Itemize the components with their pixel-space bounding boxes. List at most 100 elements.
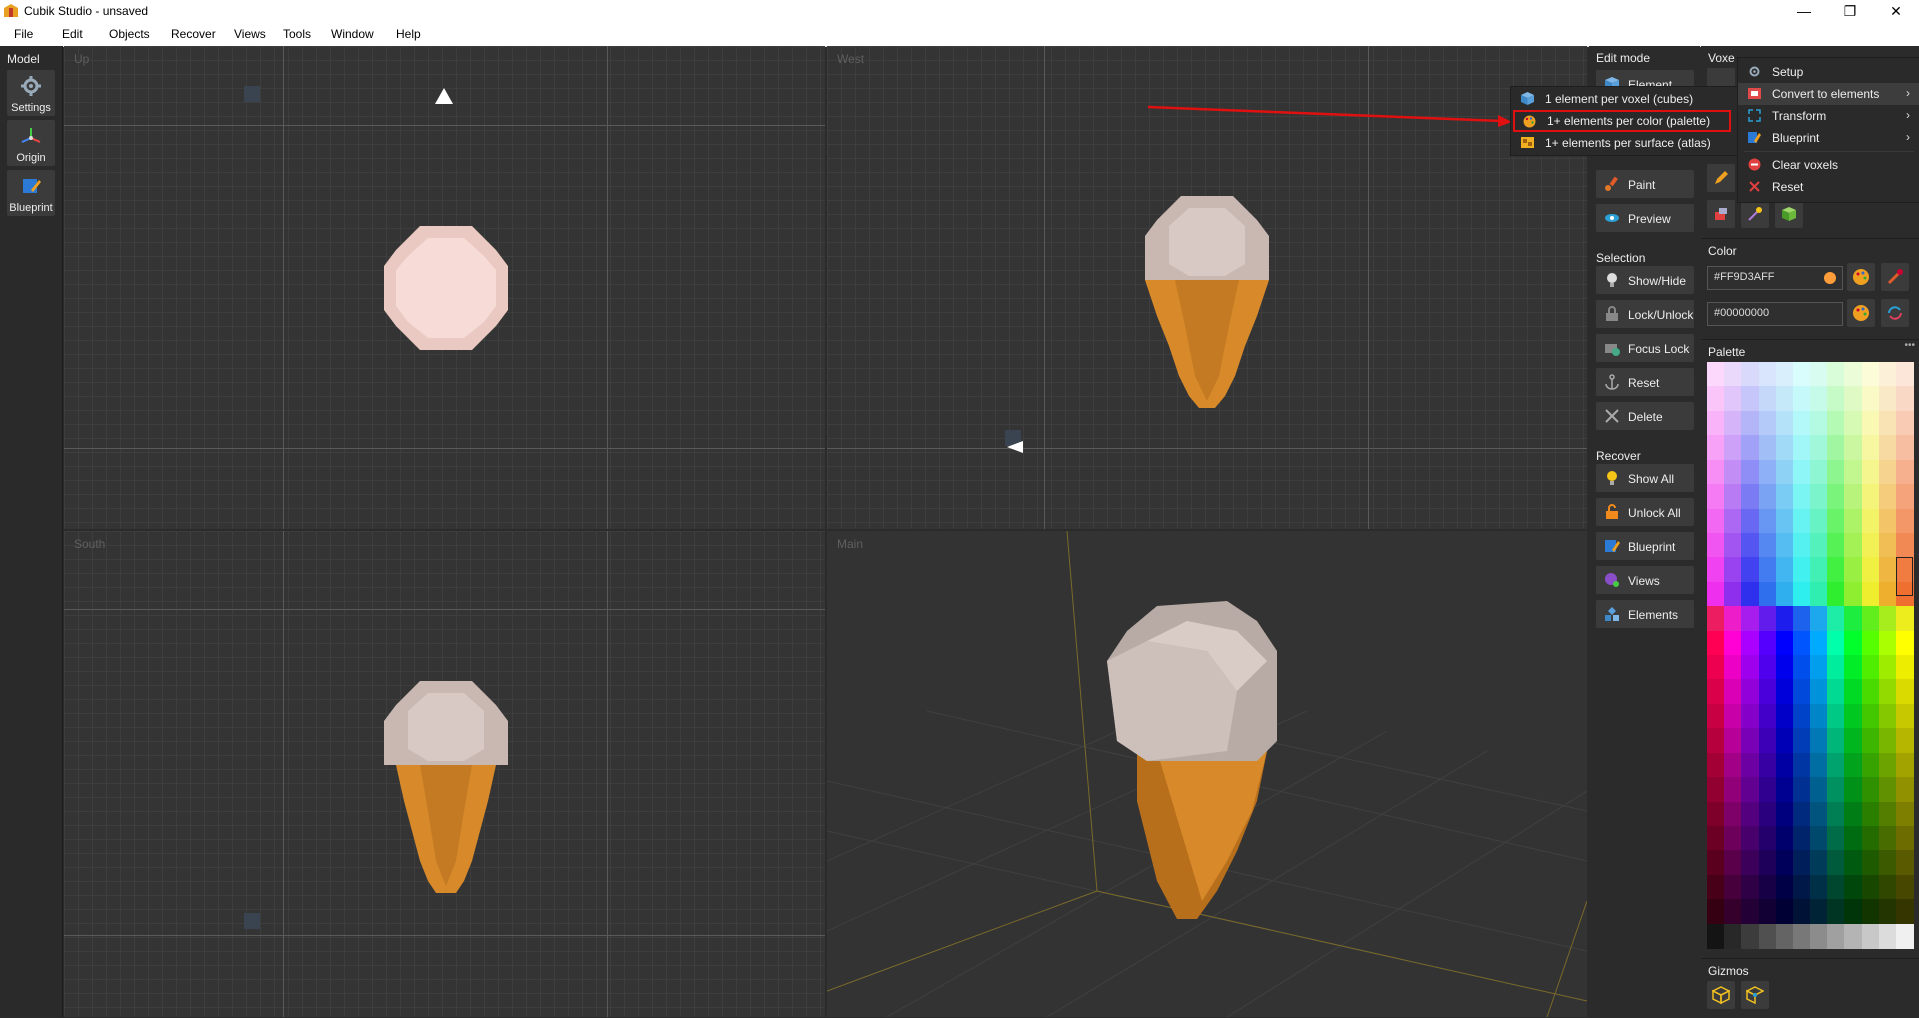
palette-swatch[interactable]: [1878, 606, 1897, 632]
eyedropper-button[interactable]: [1881, 263, 1909, 291]
menu-edit[interactable]: Edit: [62, 27, 83, 41]
palette-swatch[interactable]: [1775, 899, 1794, 925]
palette-swatch[interactable]: [1878, 923, 1897, 949]
palette-swatch[interactable]: [1758, 777, 1777, 803]
palette-swatch[interactable]: [1861, 606, 1880, 632]
palette-swatch[interactable]: [1895, 703, 1914, 729]
reset-selection-button[interactable]: Reset: [1596, 368, 1694, 396]
palette-swatch[interactable]: [1741, 801, 1760, 827]
palette-swatch[interactable]: [1741, 386, 1760, 412]
palette-swatch[interactable]: [1844, 923, 1863, 949]
palette-swatch[interactable]: [1775, 728, 1794, 754]
palette-swatch[interactable]: [1895, 484, 1914, 510]
palette-swatch[interactable]: [1792, 801, 1811, 827]
palette-swatch[interactable]: [1707, 850, 1725, 876]
palette-swatch[interactable]: [1775, 557, 1794, 583]
palette-swatch[interactable]: [1724, 581, 1743, 607]
palette-swatch[interactable]: [1827, 459, 1846, 485]
palette-swatch[interactable]: [1724, 728, 1743, 754]
palette-swatch[interactable]: [1810, 362, 1828, 387]
palette-swatch[interactable]: [1724, 606, 1743, 632]
palette-swatch[interactable]: [1878, 630, 1897, 656]
palette-swatch[interactable]: [1895, 655, 1914, 680]
palette-swatch[interactable]: [1861, 581, 1880, 607]
palette-swatch[interactable]: [1878, 459, 1897, 485]
palette-swatch[interactable]: [1758, 825, 1777, 851]
palette-swatch[interactable]: [1792, 850, 1811, 876]
gizmo-cube-button[interactable]: [1707, 981, 1735, 1009]
palette-swatch[interactable]: [1707, 557, 1725, 583]
palette-swatch[interactable]: [1707, 899, 1725, 925]
palette-swatch[interactable]: [1775, 874, 1794, 900]
palette-swatch[interactable]: [1775, 825, 1794, 851]
palette-swatch[interactable]: [1810, 728, 1828, 754]
palette-swatch[interactable]: [1707, 606, 1725, 632]
palette-swatch[interactable]: [1792, 484, 1811, 510]
menu-tools[interactable]: Tools: [283, 27, 311, 41]
palette-swatch[interactable]: [1827, 410, 1846, 436]
palette-swatch[interactable]: [1707, 410, 1725, 436]
palette-swatch[interactable]: [1878, 874, 1897, 900]
palette-swatch[interactable]: [1792, 825, 1811, 851]
palette-swatch[interactable]: [1895, 825, 1914, 851]
palette-swatch[interactable]: [1827, 752, 1846, 778]
palette-swatch[interactable]: [1844, 362, 1863, 387]
palette-swatch[interactable]: [1758, 362, 1777, 387]
palette-swatch[interactable]: [1861, 435, 1880, 461]
palette-swatch[interactable]: [1827, 777, 1846, 803]
palette-swatch[interactable]: [1775, 532, 1794, 558]
palette-swatch[interactable]: [1844, 581, 1863, 607]
palette-swatch[interactable]: [1741, 679, 1760, 705]
palette-swatch[interactable]: [1827, 362, 1846, 387]
palette-swatch[interactable]: [1895, 435, 1914, 461]
convert-per-surface-item[interactable]: 1+ elements per surface (atlas): [1511, 132, 1737, 154]
palette-swatch[interactable]: [1775, 362, 1794, 387]
palette-swatch[interactable]: [1707, 923, 1725, 949]
palette-swatch[interactable]: [1810, 435, 1828, 461]
palette-swatch[interactable]: [1758, 581, 1777, 607]
palette-swatch[interactable]: [1895, 459, 1914, 485]
palette-grid[interactable]: [1707, 362, 1914, 949]
palette-swatch[interactable]: [1775, 410, 1794, 436]
palette-swatch[interactable]: [1895, 630, 1914, 656]
palette-swatch[interactable]: [1707, 679, 1725, 705]
palette-swatch[interactable]: [1810, 532, 1828, 558]
palette-swatch[interactable]: [1741, 459, 1760, 485]
palette-swatch[interactable]: [1878, 703, 1897, 729]
palette-swatch[interactable]: [1844, 410, 1863, 436]
palette-swatch[interactable]: [1707, 581, 1725, 607]
convert-per-voxel-item[interactable]: 1 element per voxel (cubes): [1511, 88, 1737, 110]
palette-swatch[interactable]: [1775, 435, 1794, 461]
palette-swatch[interactable]: [1895, 874, 1914, 900]
palette-swatch[interactable]: [1724, 874, 1743, 900]
palette-swatch[interactable]: [1861, 679, 1880, 705]
palette-swatch[interactable]: [1707, 532, 1725, 558]
palette-swatch[interactable]: [1741, 752, 1760, 778]
palette-swatch[interactable]: [1844, 777, 1863, 803]
show-hide-button[interactable]: Show/Hide: [1596, 266, 1694, 294]
palette-swatch[interactable]: [1895, 362, 1914, 387]
palette-swatch[interactable]: [1707, 874, 1725, 900]
palette-swatch[interactable]: [1827, 484, 1846, 510]
setup-item[interactable]: Setup: [1738, 61, 1919, 83]
palette-swatch[interactable]: [1844, 801, 1863, 827]
palette-swatch[interactable]: [1827, 850, 1846, 876]
blueprint-button[interactable]: Blueprint: [7, 170, 55, 216]
palette-swatch[interactable]: [1758, 606, 1777, 632]
palette-swatch[interactable]: [1844, 630, 1863, 656]
palette-swatch[interactable]: [1758, 923, 1777, 949]
palette-swatch[interactable]: [1895, 777, 1914, 803]
palette-swatch[interactable]: [1707, 752, 1725, 778]
palette-swatch[interactable]: [1895, 801, 1914, 827]
palette-swatch[interactable]: [1758, 435, 1777, 461]
convert-to-elements-item[interactable]: Convert to elements ›: [1738, 83, 1919, 105]
palette-swatch[interactable]: [1758, 850, 1777, 876]
palette-swatch[interactable]: [1861, 459, 1880, 485]
palette-swatch[interactable]: [1724, 752, 1743, 778]
palette-swatch[interactable]: [1861, 777, 1880, 803]
gizmo-axes-button[interactable]: [1741, 981, 1769, 1009]
palette-swatch[interactable]: [1878, 679, 1897, 705]
palette-swatch[interactable]: [1810, 386, 1828, 412]
unlock-all-button[interactable]: Unlock All: [1596, 498, 1694, 526]
palette-swatch[interactable]: [1775, 630, 1794, 656]
